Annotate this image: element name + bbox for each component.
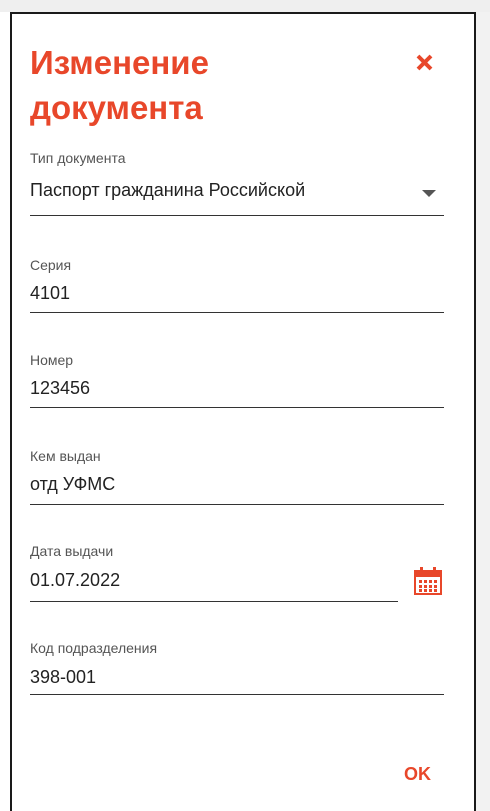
series-underline <box>30 312 444 313</box>
issued-by-underline <box>30 504 444 505</box>
calendar-button[interactable] <box>412 565 444 597</box>
number-field[interactable]: Номер 123456 <box>30 352 444 412</box>
issued-by-field[interactable]: Кем выдан отд УФМС <box>30 448 444 508</box>
issue-date-field[interactable]: Дата выдачи 01.07.2022 <box>30 543 444 605</box>
division-code-value: 398-001 <box>30 667 97 687</box>
issue-date-underline <box>30 601 398 602</box>
close-button[interactable] <box>410 47 440 77</box>
division-code-label: Код подразделения <box>30 640 158 656</box>
issued-by-value: отд УФМС <box>30 474 116 494</box>
division-code-underline <box>30 694 444 695</box>
screen: Изменение документа Тип документа Паспор… <box>0 0 490 811</box>
doc-type-value: Паспорт гражданина Российской <box>30 180 306 200</box>
series-field[interactable]: Серия 4101 <box>30 257 444 317</box>
issued-by-label: Кем выдан <box>30 448 101 464</box>
window-top-strip <box>0 0 490 12</box>
dialog-title: Изменение документа <box>30 44 209 126</box>
close-icon <box>416 54 433 71</box>
series-value: 4101 <box>30 283 71 303</box>
series-label: Серия <box>30 257 72 273</box>
division-code-field[interactable]: Код подразделения 398-001 <box>30 640 444 700</box>
doc-type-label: Тип документа <box>30 150 126 166</box>
number-underline <box>30 407 444 408</box>
doc-type-select[interactable]: Тип документа Паспорт гражданина Российс… <box>30 150 444 220</box>
doc-type-underline <box>30 215 444 216</box>
number-value: 123456 <box>30 378 91 398</box>
issue-date-label: Дата выдачи <box>30 543 114 559</box>
window-right-gutter <box>476 12 490 811</box>
number-label: Номер <box>30 352 74 368</box>
calendar-icon <box>414 567 442 595</box>
ok-button[interactable]: OK <box>404 764 431 785</box>
chevron-down-icon[interactable] <box>422 190 436 197</box>
issue-date-value: 01.07.2022 <box>30 570 121 590</box>
